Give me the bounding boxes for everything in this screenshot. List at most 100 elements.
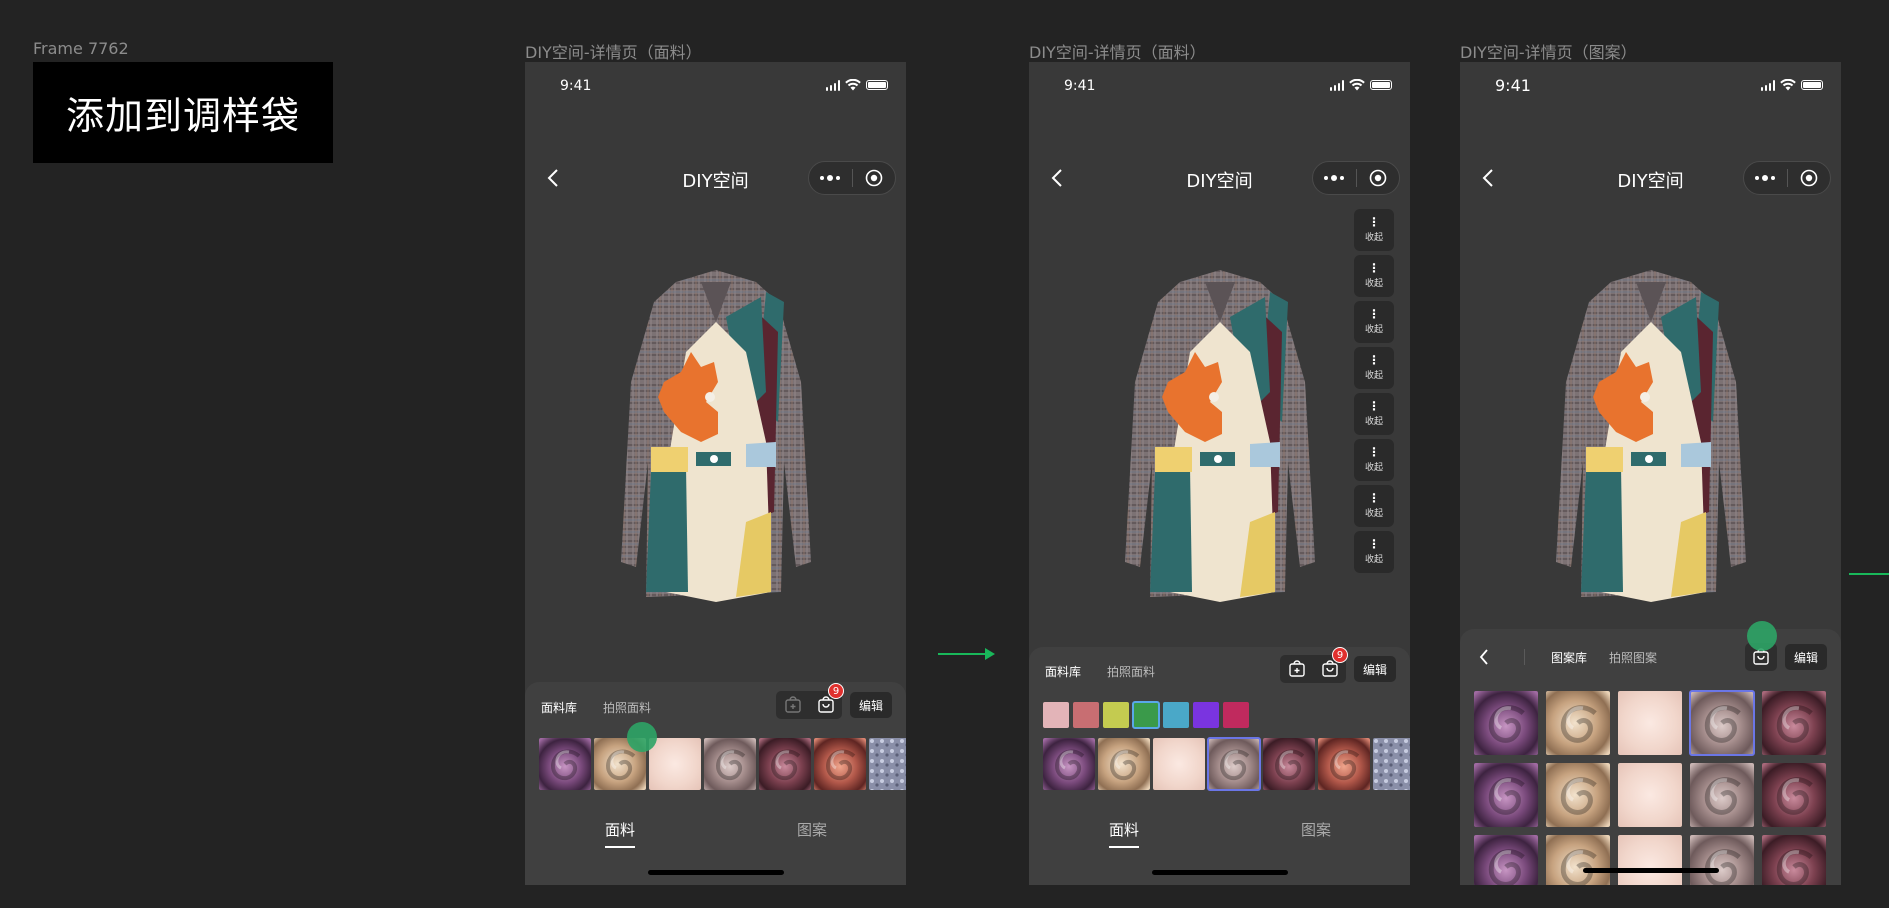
more-dots-icon bbox=[1324, 175, 1345, 181]
tab-pattern-library[interactable]: 图案库 bbox=[1551, 649, 1587, 666]
screen-label: DIY空间-详情页（图案） bbox=[1460, 43, 1637, 62]
collapse-button[interactable]: ⋮ 收起 bbox=[1354, 531, 1394, 573]
fabric-swatch[interactable] bbox=[704, 738, 756, 790]
collapse-button[interactable]: ⋮ 收起 bbox=[1354, 255, 1394, 297]
vertical-dots-icon: ⋮ bbox=[1368, 445, 1380, 459]
bag-count-badge: 9 bbox=[828, 683, 844, 699]
vertical-dots-icon: ⋮ bbox=[1368, 537, 1380, 551]
fabric-swatch[interactable] bbox=[1043, 738, 1095, 790]
edit-button[interactable]: 编辑 bbox=[850, 692, 892, 718]
chevron-left-icon bbox=[547, 169, 558, 187]
status-bar: 9:41 bbox=[525, 62, 906, 110]
mini-program-capsule bbox=[1312, 161, 1400, 195]
color-chip-selected[interactable] bbox=[1132, 701, 1160, 729]
pattern-swatch[interactable] bbox=[1762, 763, 1826, 827]
panel-back-button[interactable] bbox=[1470, 643, 1498, 671]
flow-arrow bbox=[1849, 573, 1889, 575]
jacket-preview[interactable] bbox=[1110, 262, 1330, 642]
fabric-swatch[interactable] bbox=[869, 738, 906, 790]
pattern-swatch[interactable] bbox=[1690, 763, 1754, 827]
color-chip[interactable] bbox=[1073, 702, 1099, 728]
back-button[interactable] bbox=[1043, 164, 1071, 192]
edit-button[interactable]: 编辑 bbox=[1785, 644, 1827, 670]
fabric-swatch[interactable] bbox=[1098, 738, 1150, 790]
pattern-swatch[interactable] bbox=[1546, 691, 1610, 755]
color-chip[interactable] bbox=[1163, 702, 1189, 728]
back-button[interactable] bbox=[539, 164, 567, 192]
target-icon bbox=[865, 169, 883, 187]
bottom-tab-fabric[interactable]: 面料 bbox=[605, 819, 636, 848]
wifi-icon bbox=[845, 79, 861, 91]
touch-indicator bbox=[627, 722, 657, 752]
flow-arrow bbox=[938, 648, 995, 660]
screen-label: DIY空间-详情页（面料） bbox=[1029, 43, 1206, 62]
tab-photo-fabric[interactable]: 拍照面料 bbox=[1107, 663, 1155, 680]
tab-photo-fabric[interactable]: 拍照面料 bbox=[603, 699, 651, 716]
tab-photo-pattern[interactable]: 拍照图案 bbox=[1609, 649, 1657, 666]
color-chip[interactable] bbox=[1223, 702, 1249, 728]
pattern-panel: 图案库 拍照图案 编辑 bbox=[1460, 629, 1841, 885]
screen-label: DIY空间-详情页（面料） bbox=[525, 43, 702, 62]
pattern-swatch[interactable] bbox=[1618, 763, 1682, 827]
fabric-swatch[interactable] bbox=[1263, 738, 1315, 790]
fabric-swatch[interactable] bbox=[759, 738, 811, 790]
collapse-button[interactable]: ⋮ 收起 bbox=[1354, 209, 1394, 251]
home-indicator bbox=[647, 870, 784, 875]
bag-plus-icon[interactable] bbox=[1288, 660, 1306, 678]
jacket-preview[interactable] bbox=[606, 262, 826, 642]
fabric-swatch[interactable] bbox=[814, 738, 866, 790]
color-chip[interactable] bbox=[1103, 702, 1129, 728]
collapse-button[interactable]: ⋮ 收起 bbox=[1354, 301, 1394, 343]
edit-button[interactable]: 编辑 bbox=[1354, 656, 1396, 682]
pattern-swatch-selected[interactable] bbox=[1689, 690, 1755, 756]
color-chip[interactable] bbox=[1193, 702, 1219, 728]
vertical-dots-icon: ⋮ bbox=[1368, 307, 1380, 321]
pattern-swatch[interactable] bbox=[1618, 835, 1682, 885]
bottom-tab-pattern[interactable]: 图案 bbox=[797, 819, 827, 840]
close-mini-program-button[interactable] bbox=[1357, 162, 1400, 194]
collapse-button[interactable]: ⋮ 收起 bbox=[1354, 439, 1394, 481]
color-chip[interactable] bbox=[1043, 702, 1069, 728]
collapse-button[interactable]: ⋮ 收起 bbox=[1354, 347, 1394, 389]
pattern-swatch[interactable] bbox=[1546, 835, 1610, 885]
target-icon bbox=[1369, 169, 1387, 187]
fabric-swatch[interactable] bbox=[649, 738, 701, 790]
bag-icon[interactable] bbox=[1321, 660, 1339, 678]
pattern-swatch[interactable] bbox=[1762, 691, 1826, 755]
pattern-swatch[interactable] bbox=[1546, 763, 1610, 827]
jacket-preview[interactable] bbox=[1541, 262, 1761, 642]
close-mini-program-button[interactable] bbox=[1788, 162, 1831, 194]
bag-plus-icon[interactable] bbox=[784, 696, 802, 714]
vertical-dots-icon: ⋮ bbox=[1368, 491, 1380, 505]
pattern-swatch[interactable] bbox=[1474, 691, 1538, 755]
tab-fabric-library[interactable]: 面料库 bbox=[541, 699, 577, 716]
part-collapse-list: ⋮ 收起 ⋮ 收起 ⋮ 收起 ⋮ 收起 ⋮ 收起 ⋮ 收起 ⋮ 收起 ⋮ 收起 bbox=[1354, 209, 1394, 573]
fabric-swatch[interactable] bbox=[539, 738, 591, 790]
pattern-swatch[interactable] bbox=[1474, 763, 1538, 827]
fabric-swatch[interactable] bbox=[1373, 738, 1410, 790]
bottom-tab-pattern[interactable]: 图案 bbox=[1301, 819, 1331, 840]
pattern-swatch[interactable] bbox=[1474, 835, 1538, 885]
fabric-swatch-selected[interactable] bbox=[1207, 737, 1261, 791]
tab-fabric-library[interactable]: 面料库 bbox=[1045, 663, 1081, 680]
pattern-swatch[interactable] bbox=[1762, 835, 1826, 885]
more-button[interactable] bbox=[1744, 162, 1787, 194]
more-button[interactable] bbox=[809, 162, 852, 194]
close-mini-program-button[interactable] bbox=[853, 162, 896, 194]
more-button[interactable] bbox=[1313, 162, 1356, 194]
home-indicator bbox=[1151, 870, 1288, 875]
collapse-button[interactable]: ⋮ 收起 bbox=[1354, 485, 1394, 527]
pattern-swatch[interactable] bbox=[1690, 835, 1754, 885]
status-bar: 9:41 bbox=[1029, 62, 1410, 110]
fabric-swatch[interactable] bbox=[1318, 738, 1370, 790]
bag-count-badge: 9 bbox=[1332, 647, 1348, 663]
back-button[interactable] bbox=[1474, 164, 1502, 192]
phone-screen-fabric-collapsed: 9:41 DIY空间 ⋮ 收起 ⋮ 收起 ⋮ 收起 ⋮ 收起 ⋮ 收起 ⋮ 收起 ⋮ 收起 ⋮… bbox=[1029, 62, 1410, 885]
collapse-button[interactable]: ⋮ 收起 bbox=[1354, 393, 1394, 435]
frame-label: Frame 7762 bbox=[33, 39, 129, 58]
home-indicator bbox=[1582, 868, 1719, 873]
fabric-swatch[interactable] bbox=[1153, 738, 1205, 790]
bottom-tab-fabric[interactable]: 面料 bbox=[1109, 819, 1140, 848]
pattern-swatch[interactable] bbox=[1618, 691, 1682, 755]
bag-icon[interactable] bbox=[817, 696, 835, 714]
